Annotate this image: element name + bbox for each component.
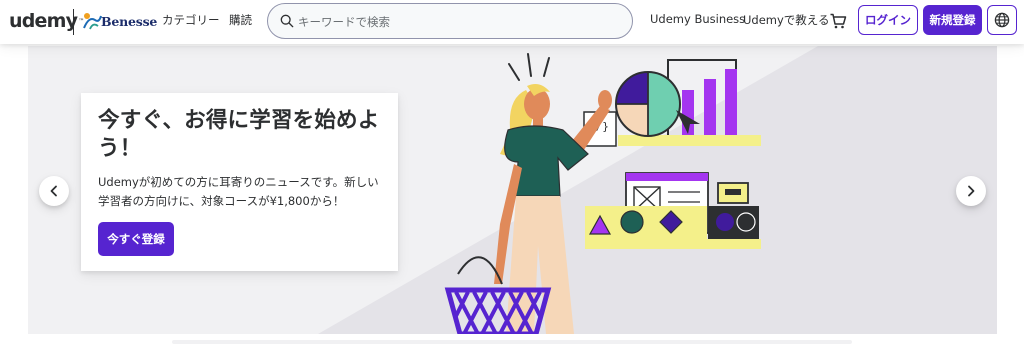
carousel-prev-button[interactable]	[39, 176, 69, 206]
chevron-left-icon	[50, 185, 57, 197]
chart-bar-2	[704, 79, 716, 135]
categories-menu[interactable]: カテゴリー	[162, 12, 220, 28]
search-icon[interactable]	[280, 14, 294, 28]
subscribe-link[interactable]: 購読	[229, 12, 252, 28]
globe-icon	[994, 12, 1010, 28]
language-button[interactable]	[987, 5, 1017, 35]
signup-button[interactable]: 新規登録	[923, 5, 982, 35]
udemy-logo-text: udemy	[9, 10, 78, 32]
promo-card: 今すぐ、お得に学習を始めよう！ Udemyが初めての方に耳寄りのニュースです。新…	[81, 93, 398, 271]
logo-divider	[73, 9, 74, 35]
benesse-logo-text: Benesse	[101, 13, 158, 29]
upper-shelf	[618, 135, 761, 146]
promo-description: Udemyが初めての方に耳寄りのニュースです。新しい学習者の方向けに、対象コース…	[98, 175, 379, 208]
search-input[interactable]: キーワードで検索	[298, 14, 390, 30]
udemy-business-link[interactable]: Udemy Business	[650, 12, 745, 26]
teach-on-udemy-link[interactable]: Udemyで教える	[743, 12, 829, 28]
top-navigation-bar: udemy ™ Benesse カテゴリー 購読 キーワードで検索 Udemy …	[0, 0, 1024, 44]
hero-banner: {/}	[28, 46, 997, 334]
benesse-logo: Benesse	[81, 8, 157, 34]
search-bar[interactable]: キーワードで検索	[267, 3, 633, 39]
pie-chart	[615, 71, 681, 137]
content-divider	[172, 340, 852, 344]
lower-shelf	[585, 239, 761, 249]
carousel-next-button[interactable]	[956, 176, 986, 206]
register-now-button[interactable]: 今すぐ登録	[98, 222, 174, 256]
benesse-mark-icon	[83, 13, 102, 30]
promo-title: 今すぐ、お得に学習を始めよう！	[98, 108, 380, 161]
chart-bar-3	[725, 69, 737, 135]
motion-lines	[508, 53, 550, 81]
login-button[interactable]: ログイン	[858, 5, 918, 35]
chevron-right-icon	[968, 185, 975, 197]
cart-icon[interactable]	[829, 12, 847, 30]
